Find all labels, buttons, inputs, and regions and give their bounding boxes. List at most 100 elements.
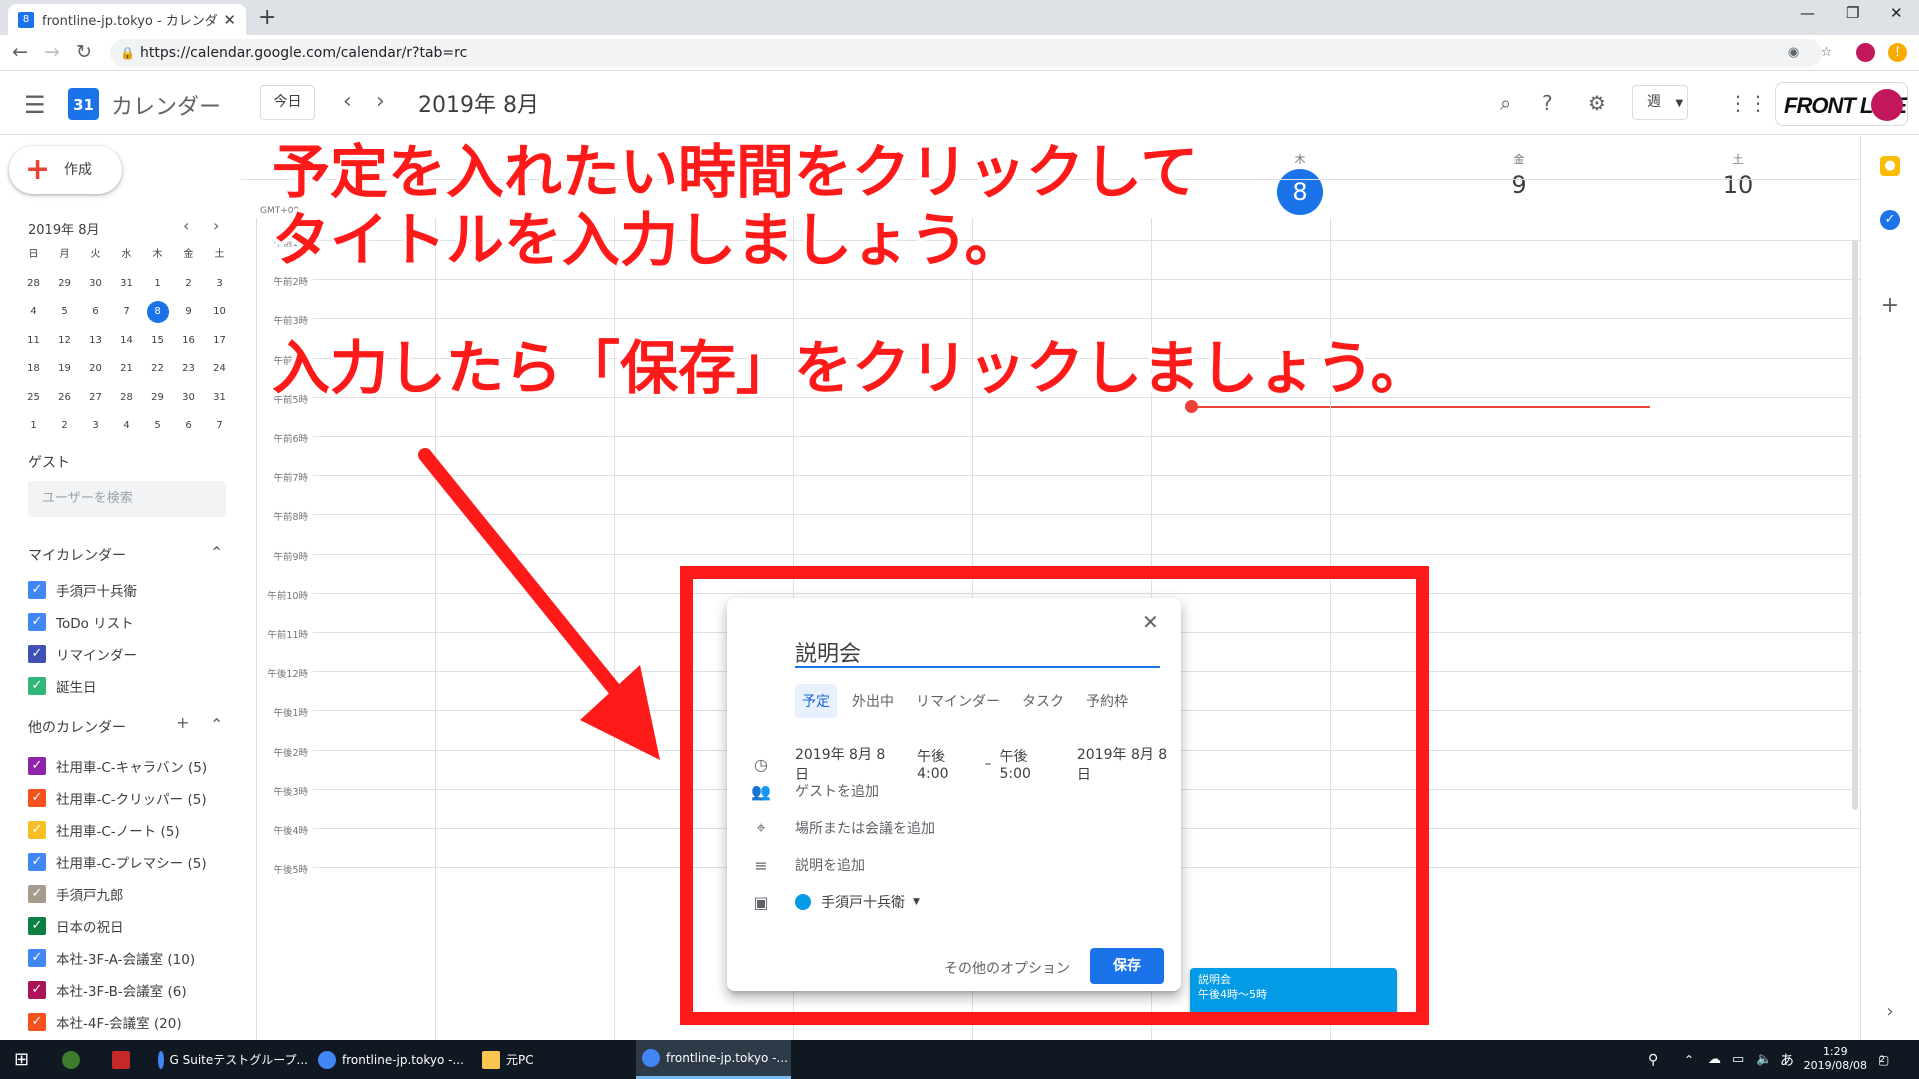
collapse-other-calendars-icon[interactable]: ⌃ (210, 715, 223, 734)
event-title-input[interactable]: 説明会 (795, 636, 1160, 668)
mini-day-today[interactable]: 8 (146, 301, 169, 323)
mini-day[interactable]: 24 (204, 355, 235, 384)
calendar-checkbox[interactable]: ✓ (28, 949, 46, 967)
calendar-checkbox[interactable]: ✓ (28, 1013, 46, 1031)
start-time[interactable]: 午後4:00 (917, 746, 976, 782)
event-type-tab[interactable]: リマインダー (909, 684, 1007, 718)
mini-day[interactable]: 25 (18, 384, 49, 413)
datetime-row[interactable]: ◷ 2019年 8月 8日 午後4:00 – 午後5:00 2019年 8月 8… (751, 744, 1181, 784)
mini-day[interactable]: 1 (18, 412, 49, 441)
day-number[interactable]: 9 (1469, 171, 1569, 199)
add-location-field[interactable]: 場所または会議を追加 (795, 818, 935, 838)
prev-week-icon[interactable]: ‹ (343, 89, 352, 114)
bookmark-star-icon[interactable]: ☆ (1817, 43, 1836, 62)
update-alert-icon[interactable]: ! (1888, 43, 1907, 62)
calendar-checkbox[interactable]: ✓ (28, 821, 46, 839)
mini-day[interactable]: 17 (204, 327, 235, 356)
mini-day[interactable]: 6 (80, 298, 111, 327)
apps-grid-icon[interactable]: ⋮⋮ (1728, 91, 1768, 115)
add-description-field[interactable]: 説明を追加 (795, 855, 865, 875)
mini-day[interactable]: 14 (111, 327, 142, 356)
guest-search-input[interactable]: ユーザーを検索 (28, 481, 226, 517)
expand-panel-icon[interactable]: › (1880, 1002, 1900, 1022)
taskbar-item-gsuite[interactable]: G Suiteテストグループ... (158, 1040, 308, 1079)
tray-expand-icon[interactable]: ⌃ (1684, 1040, 1694, 1079)
calendar-checkbox[interactable]: ✓ (28, 581, 46, 599)
start-date[interactable]: 2019年 8月 8日 (795, 744, 899, 784)
cloud-icon[interactable]: ☁ (1708, 1040, 1721, 1079)
eye-icon[interactable]: ◉ (1784, 43, 1803, 62)
taskbar-item-frontline-1[interactable]: frontline-jp.tokyo -... (318, 1040, 468, 1079)
mini-day[interactable]: 2 (173, 270, 204, 299)
mini-day[interactable]: 29 (142, 384, 173, 413)
mini-day[interactable]: 4 (18, 298, 49, 327)
close-tab-icon[interactable]: ✕ (223, 11, 236, 29)
restore-icon[interactable]: ❐ (1846, 4, 1859, 22)
mini-day[interactable]: 19 (49, 355, 80, 384)
calendar-list-item[interactable]: ✓ 本社-3F-B-会議室 (6) (28, 974, 207, 1006)
location-row[interactable]: ⌖ 場所または会議を追加 (751, 818, 935, 838)
mini-day[interactable]: 15 (142, 327, 173, 356)
mini-day[interactable]: 5 (142, 412, 173, 441)
main-menu-icon[interactable]: ☰ (24, 91, 46, 119)
add-calendar-icon[interactable]: + (176, 713, 189, 732)
end-time[interactable]: 午後5:00 (1000, 746, 1059, 782)
mini-day[interactable]: 22 (142, 355, 173, 384)
mini-day[interactable]: 2 (49, 412, 80, 441)
mini-day[interactable]: 21 (111, 355, 142, 384)
calendar-checkbox[interactable]: ✓ (28, 613, 46, 631)
mini-day[interactable]: 3 (80, 412, 111, 441)
mini-day[interactable]: 28 (18, 270, 49, 299)
taskbar-item-pc[interactable]: 元PC (482, 1040, 622, 1079)
mini-day[interactable]: 1 (142, 270, 173, 299)
forward-icon[interactable]: → (44, 41, 60, 63)
mini-day[interactable]: 12 (49, 327, 80, 356)
calendar-list-item[interactable]: ✓ リマインダー (28, 638, 137, 670)
mini-day[interactable]: 28 (111, 384, 142, 413)
app-launcher-icon[interactable] (62, 1040, 86, 1079)
reload-icon[interactable]: ↻ (76, 41, 92, 63)
mini-day[interactable]: 4 (111, 412, 142, 441)
calendar-list-item[interactable]: ✓ 手須戸十兵衛 (28, 574, 137, 606)
calendar-checkbox[interactable]: ✓ (28, 645, 46, 663)
mini-prev-icon[interactable]: ‹ (183, 216, 189, 235)
calendar-checkbox[interactable]: ✓ (28, 917, 46, 935)
calendar-list-item[interactable]: ✓ 誕生日 (28, 670, 137, 702)
calendar-list-item[interactable]: ✓ 社用車-C-ノート (5) (28, 814, 207, 846)
calendar-list-item[interactable]: ✓ 本社-3F-A-会議室 (10) (28, 942, 207, 974)
mini-day[interactable]: 11 (18, 327, 49, 356)
day-number[interactable]: 10 (1688, 171, 1788, 199)
minimize-icon[interactable]: — (1800, 4, 1815, 22)
add-addon-icon[interactable]: + (1880, 295, 1900, 317)
browser-tab[interactable]: 8 frontline-jp.tokyo - カレンダー - 20 ✕ (8, 4, 246, 35)
clock[interactable]: 1:29 2019/08/08 (1804, 1045, 1867, 1073)
mini-day[interactable]: 31 (111, 270, 142, 299)
back-icon[interactable]: ← (12, 41, 28, 63)
mini-day[interactable]: 7 (111, 298, 142, 327)
mini-day[interactable]: 18 (18, 355, 49, 384)
save-button[interactable]: 保存 (1090, 948, 1164, 984)
settings-gear-icon[interactable]: ⚙ (1588, 91, 1606, 115)
ime-indicator[interactable]: あ (1780, 1040, 1794, 1079)
calendar-dropdown-icon[interactable]: ▼ (913, 897, 920, 907)
description-row[interactable]: ≡ 説明を追加 (751, 855, 865, 875)
create-button[interactable]: + 作成 (9, 146, 122, 194)
day-header-fri[interactable]: 金 9 (1469, 151, 1569, 199)
profile-avatar[interactable] (1856, 43, 1875, 62)
today-button[interactable]: 今日 (260, 85, 315, 120)
mini-day[interactable]: 30 (80, 270, 111, 299)
event-type-tab[interactable]: 予約枠 (1079, 684, 1135, 718)
taskbar-item-frontline-2[interactable]: frontline-jp.tokyo -... (636, 1040, 791, 1079)
mini-day[interactable]: 5 (49, 298, 80, 327)
calendar-list-item[interactable]: ✓ 本社-4F-会議室 (20) (28, 1006, 207, 1038)
mini-day[interactable]: 31 (204, 384, 235, 413)
guests-row[interactable]: 👥 ゲストを追加 (751, 781, 879, 801)
tasks-icon[interactable]: ✓ (1880, 210, 1900, 230)
calendar-checkbox[interactable]: ✓ (28, 981, 46, 999)
mini-day[interactable]: 6 (173, 412, 204, 441)
calendar-checkbox[interactable]: ✓ (28, 885, 46, 903)
mini-day[interactable]: 3 (204, 270, 235, 299)
calendar-checkbox[interactable]: ✓ (28, 757, 46, 775)
mini-day[interactable]: 16 (173, 327, 204, 356)
view-selector[interactable]: 週 ▼ (1632, 85, 1688, 120)
